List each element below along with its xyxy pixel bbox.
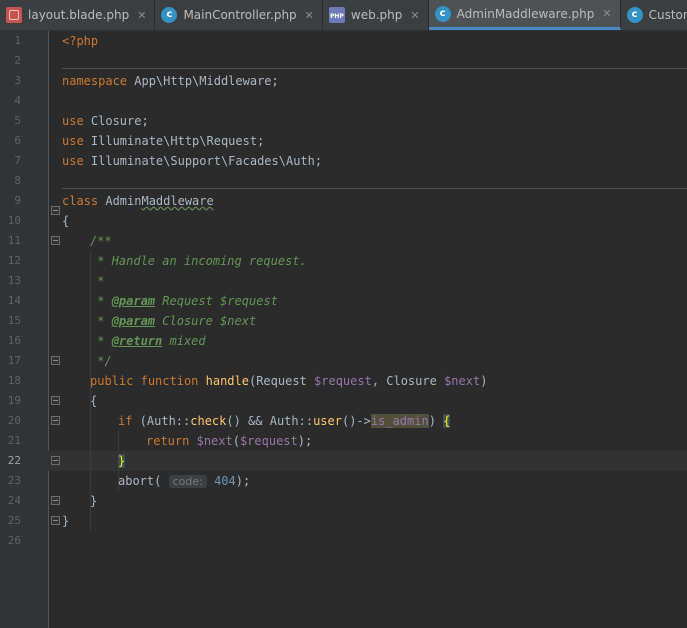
- fold-marker-icon[interactable]: [51, 456, 60, 465]
- tab-main-controller[interactable]: c MainController.php ✕: [155, 0, 323, 30]
- php-class-icon: c: [434, 5, 451, 22]
- tab-custom-ckfinder[interactable]: c CustomCKFinderA: [621, 0, 687, 30]
- php-file-icon: PHP: [328, 7, 345, 23]
- line-number: 24: [7, 494, 21, 507]
- line-number: 8: [14, 174, 21, 187]
- tab-label: AdminMaddleware.php: [456, 6, 595, 21]
- blade-file-icon: [6, 7, 22, 23]
- line-number: 22: [7, 454, 21, 467]
- line-number: 5: [14, 114, 21, 127]
- tab-layout-blade[interactable]: layout.blade.php ✕: [0, 0, 156, 30]
- code-line-6[interactable]: use Illuminate\Http\Request;: [62, 131, 264, 151]
- fold-marker-icon[interactable]: [51, 416, 60, 425]
- line-number: 18: [7, 374, 21, 387]
- code-line-25[interactable]: }: [62, 511, 69, 531]
- line-number: 14: [7, 294, 21, 307]
- line-number: 6: [14, 134, 21, 147]
- close-icon[interactable]: ✕: [137, 9, 146, 22]
- code-line-5[interactable]: use Closure;: [62, 111, 149, 131]
- line-number: 16: [7, 334, 21, 347]
- php-class-icon: c: [161, 7, 178, 23]
- line-number: 2: [14, 54, 21, 67]
- editor-tab-bar: layout.blade.php ✕ c MainController.php …: [0, 0, 687, 31]
- line-number: 23: [7, 474, 21, 487]
- line-number: 3: [14, 74, 21, 87]
- line-number: 9: [14, 194, 21, 207]
- code-line-14[interactable]: * @param Request $request: [90, 291, 278, 311]
- code-line-12[interactable]: * Handle an incoming request.: [90, 251, 307, 271]
- close-icon[interactable]: ✕: [410, 9, 419, 22]
- tab-label: MainController.php: [183, 8, 297, 22]
- tab-admin-maddleware[interactable]: c AdminMaddleware.php ✕: [428, 0, 621, 30]
- fold-marker-icon[interactable]: [51, 356, 60, 365]
- close-icon[interactable]: ✕: [305, 9, 314, 22]
- code-line-7[interactable]: use Illuminate\Support\Facades\Auth;: [62, 151, 322, 171]
- line-number: 1: [14, 34, 21, 47]
- code-line-10[interactable]: {: [62, 211, 69, 231]
- tab-label: layout.blade.php: [28, 8, 130, 22]
- tab-label: CustomCKFinderA: [648, 8, 687, 22]
- code-line-9[interactable]: class AdminMaddleware: [62, 191, 214, 211]
- fold-marker-icon[interactable]: [51, 396, 60, 405]
- code-line-23[interactable]: abort( code: 404);: [118, 471, 250, 492]
- close-icon[interactable]: ✕: [602, 7, 611, 20]
- line-number: 7: [14, 154, 21, 167]
- php-class-icon: c: [626, 7, 643, 23]
- line-number: 19: [7, 394, 21, 407]
- code-line-13[interactable]: *: [90, 271, 104, 291]
- fold-marker-icon[interactable]: [51, 496, 60, 505]
- line-number: 25: [7, 514, 21, 527]
- code-line-15[interactable]: * @param Closure $next: [90, 311, 256, 331]
- code-line-1[interactable]: <?php: [62, 31, 98, 51]
- code-line-21[interactable]: return $next($request);: [146, 431, 312, 451]
- code-line-19[interactable]: {: [90, 391, 97, 411]
- line-number: 15: [7, 314, 21, 327]
- code-line-22[interactable]: }: [118, 451, 126, 471]
- line-number: 26: [7, 534, 21, 547]
- line-number: 17: [7, 354, 21, 367]
- code-line-20[interactable]: if (Auth::check() && Auth::user()->is_ad…: [118, 411, 451, 431]
- line-number: 21: [7, 434, 21, 447]
- line-number: 11: [7, 234, 21, 247]
- code-line-16[interactable]: * @return mixed: [90, 331, 205, 351]
- code-line-3[interactable]: namespace App\Http\Middleware;: [62, 71, 279, 91]
- parameter-hint: code:: [168, 475, 207, 488]
- tab-label: web.php: [350, 8, 403, 22]
- fold-marker-icon[interactable]: [51, 236, 60, 245]
- line-number: 10: [7, 214, 21, 227]
- fold-marker-icon[interactable]: [51, 206, 60, 215]
- tab-web-php[interactable]: PHP web.php ✕: [323, 0, 429, 30]
- fold-marker-icon[interactable]: [51, 516, 60, 525]
- line-number: 13: [7, 274, 21, 287]
- line-number: 20: [7, 414, 21, 427]
- code-line-17[interactable]: */: [90, 351, 111, 371]
- code-line-18[interactable]: public function handle(Request $request,…: [90, 371, 487, 391]
- line-number: 12: [7, 254, 21, 267]
- code-line-11[interactable]: /**: [90, 231, 112, 251]
- code-editor[interactable]: 1 <?php 2 3 namespace App\Http\Middleware;…: [0, 31, 687, 628]
- code-line-24[interactable]: }: [90, 491, 97, 511]
- line-number: 4: [14, 94, 21, 107]
